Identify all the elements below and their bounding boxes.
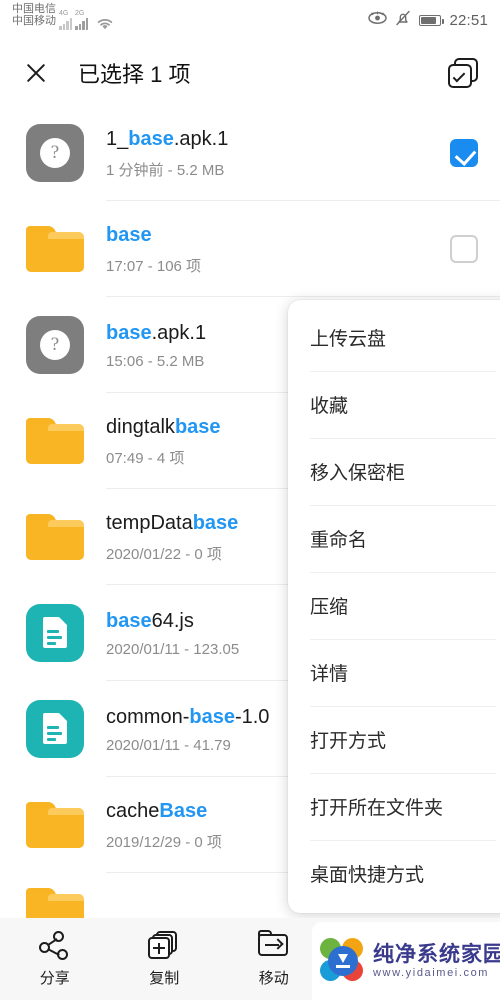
signal-secondary: 2G xyxy=(75,4,88,30)
share-label: 分享 xyxy=(39,969,70,987)
share-icon xyxy=(38,930,71,961)
watermark: 纯净系统家园 www.yidaimei.com xyxy=(312,922,500,1000)
row-checkbox[interactable] xyxy=(450,235,478,263)
unknown-file-icon: ? xyxy=(22,120,88,186)
bell-muted-icon xyxy=(395,10,411,31)
menu-item-favorite[interactable]: 收藏 xyxy=(288,371,500,438)
menu-item-details[interactable]: 详情 xyxy=(288,639,500,706)
network-type-primary: 4G xyxy=(59,10,69,17)
signal-primary: 4G xyxy=(59,4,72,30)
phone-screen: 中国电信 中国移动 4G 2G 22:51 已选择 1 项 ? 1_base.a… xyxy=(0,0,500,1000)
copy-label: 复制 xyxy=(149,969,180,987)
file-meta: 1_base.apk.1 1 分钟前 - 5.2 MB xyxy=(106,127,440,180)
move-icon xyxy=(257,929,290,961)
status-bar-left: 中国电信 中国移动 4G 2G xyxy=(12,3,115,36)
clock: 22:51 xyxy=(449,11,488,29)
signal-bars-secondary xyxy=(75,18,88,30)
menu-item-upload-cloud[interactable]: 上传云盘 xyxy=(288,304,500,371)
folder-icon xyxy=(22,504,88,570)
status-bar-right: 22:51 xyxy=(368,10,488,31)
status-bar: 中国电信 中国移动 4G 2G 22:51 xyxy=(0,0,500,40)
move-label: 移动 xyxy=(258,969,289,987)
watermark-brand: 纯净系统家园 xyxy=(373,943,500,967)
file-name: 1_base.apk.1 xyxy=(106,127,229,150)
watermark-url: www.yidaimei.com xyxy=(373,966,490,979)
list-item[interactable]: ? 1_base.apk.1 1 分钟前 - 5.2 MB xyxy=(0,105,500,201)
network-type-secondary: 2G xyxy=(75,10,85,17)
close-icon[interactable] xyxy=(22,59,50,87)
context-menu[interactable]: 上传云盘 收藏 移入保密柜 重命名 压缩 详情 打开方式 打开所在文件夹 桌面快… xyxy=(288,300,500,913)
battery-icon xyxy=(419,14,445,26)
share-button[interactable]: 分享 xyxy=(0,930,110,988)
copy-icon xyxy=(148,930,180,961)
folder-icon xyxy=(22,792,88,858)
carrier-secondary: 中国移动 xyxy=(12,14,56,27)
unknown-file-icon: ? xyxy=(22,312,88,378)
folder-icon xyxy=(22,878,88,934)
menu-item-compress[interactable]: 压缩 xyxy=(288,572,500,639)
signal-bars-primary xyxy=(59,18,72,30)
file-meta: base 17:07 - 106 项 xyxy=(106,223,440,276)
file-subtitle: 17:07 - 106 项 xyxy=(106,257,202,275)
app-bar: 已选择 1 项 xyxy=(0,40,500,105)
eye-icon xyxy=(368,11,388,30)
row-checkbox[interactable] xyxy=(450,139,478,167)
file-subtitle: 1 分钟前 - 5.2 MB xyxy=(106,161,225,179)
menu-item-open-with[interactable]: 打开方式 xyxy=(288,706,500,773)
wifi-icon xyxy=(95,4,115,36)
menu-item-open-folder[interactable]: 打开所在文件夹 xyxy=(288,773,500,840)
menu-item-move-to-safe[interactable]: 移入保密柜 xyxy=(288,438,500,505)
copy-button[interactable]: 复制 xyxy=(110,930,220,988)
carrier-names: 中国电信 中国移动 xyxy=(12,3,56,27)
watermark-logo-icon xyxy=(320,938,366,984)
select-all-icon[interactable] xyxy=(448,57,478,88)
document-icon xyxy=(22,600,88,666)
folder-icon xyxy=(22,216,88,282)
document-icon xyxy=(22,696,88,762)
menu-item-rename[interactable]: 重命名 xyxy=(288,505,500,572)
list-item[interactable]: base 17:07 - 106 项 xyxy=(0,201,500,297)
folder-icon xyxy=(22,408,88,474)
page-title: 已选择 1 项 xyxy=(78,61,191,87)
menu-item-desktop-shortcut[interactable]: 桌面快捷方式 xyxy=(288,840,500,907)
watermark-text: 纯净系统家园 www.yidaimei.com xyxy=(373,943,500,978)
carrier-primary: 中国电信 xyxy=(12,3,56,15)
file-name: base xyxy=(106,223,152,246)
